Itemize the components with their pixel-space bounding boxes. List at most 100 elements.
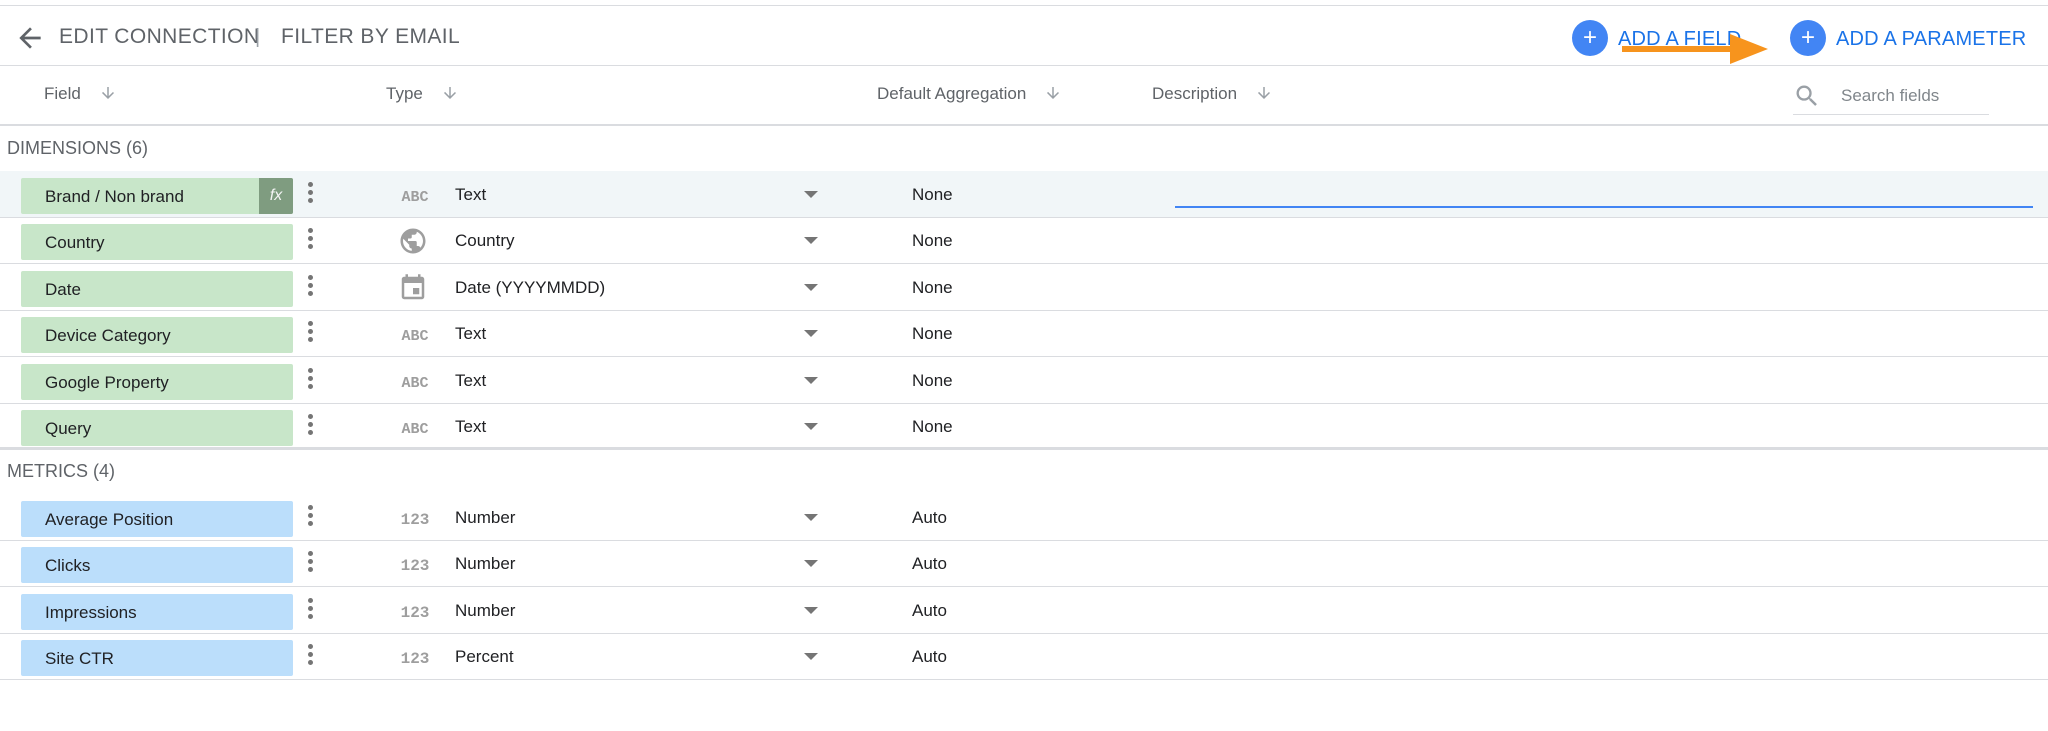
default-aggregation[interactable]: None [912, 371, 953, 391]
type-dropdown-icon[interactable] [804, 191, 818, 198]
field-more-menu[interactable] [304, 551, 316, 577]
default-aggregation[interactable]: None [912, 231, 953, 251]
default-aggregation[interactable]: None [912, 417, 953, 437]
field-type[interactable]: Percent [455, 647, 514, 667]
field-more-menu[interactable] [304, 274, 316, 301]
header-separator: | [255, 26, 261, 48]
field-name-chip[interactable]: Device Category [21, 317, 293, 354]
editor-header: EDIT CONNECTION | FILTER BY EMAIL + ADD … [0, 6, 2048, 66]
field-type[interactable]: Text [455, 324, 486, 344]
field-name-chip[interactable]: Site CTR [21, 640, 293, 677]
calendar-icon [398, 273, 432, 303]
type-dropdown-icon[interactable] [804, 606, 818, 614]
type-dropdown-icon[interactable] [804, 330, 818, 338]
type-dropdown-icon[interactable] [804, 423, 818, 430]
type-dropdown-icon[interactable] [804, 237, 818, 245]
plus-icon: + [1572, 20, 1608, 56]
more-vert-icon [307, 414, 313, 419]
more-vert-icon-dot [307, 383, 313, 389]
column-type[interactable]: Type [386, 84, 459, 107]
type-dropdown-icon[interactable] [804, 514, 818, 521]
field-row: Device Category ABC Text None [0, 310, 2048, 358]
field-row: Google Property ABC Text None [0, 357, 2048, 404]
section-divider [0, 447, 2048, 449]
add-field-button[interactable]: + ADD A FIELD [1572, 20, 1742, 60]
add-parameter-button[interactable]: + ADD A PARAMETER [1790, 20, 2026, 60]
svg-text:123: 123 [401, 557, 430, 575]
column-field[interactable]: Field [44, 84, 117, 107]
column-description[interactable]: Description [1152, 84, 1273, 107]
default-aggregation[interactable]: None [912, 324, 953, 344]
field-name-chip[interactable]: Query [21, 410, 293, 446]
number-icon: 123 [398, 596, 432, 626]
field-type[interactable]: Number [455, 601, 515, 621]
type-dropdown-icon[interactable] [804, 376, 818, 384]
field-more-menu[interactable] [304, 321, 316, 347]
search-fields [1793, 80, 1991, 115]
field-name-chip[interactable]: Brand / Non brand fx [21, 178, 293, 214]
more-vert-icon [307, 182, 313, 187]
field-more-menu[interactable] [304, 182, 316, 208]
field-name-chip[interactable]: Country [21, 224, 293, 261]
field-type[interactable]: Text [455, 185, 486, 205]
field-type[interactable]: Text [455, 417, 486, 437]
plus-icon: + [1790, 20, 1826, 56]
field-type[interactable]: Number [455, 508, 515, 528]
field-type[interactable]: Date (YYYYMMDD) [455, 278, 605, 298]
field-more-menu[interactable] [304, 505, 316, 531]
field-more-menu[interactable] [304, 228, 316, 254]
field-name-chip[interactable]: Average Position [21, 501, 293, 537]
field-name: Average Position [45, 510, 174, 529]
type-dropdown-icon[interactable] [804, 283, 818, 291]
svg-text:ABC: ABC [401, 375, 428, 392]
sort-arrow-icon [1258, 87, 1271, 99]
column-field-label: Field [44, 84, 81, 103]
abc-icon: ABC [398, 366, 432, 396]
abc-icon: ABC [398, 319, 432, 349]
description-input[interactable] [1175, 206, 2033, 208]
type-dropdown-icon[interactable] [804, 560, 818, 568]
more-vert-icon-dot [307, 198, 313, 203]
type-dropdown-icon[interactable] [804, 653, 818, 661]
field-more-menu[interactable] [304, 367, 316, 394]
more-vert-icon [307, 321, 313, 327]
field-name-chip[interactable]: Impressions [21, 593, 293, 630]
field-name: Site CTR [45, 649, 114, 669]
metrics-section-label: METRICS (4) [7, 461, 115, 481]
globe-icon [398, 226, 432, 256]
field-more-menu[interactable] [304, 597, 316, 624]
more-vert-icon-dot [307, 244, 313, 250]
field-type[interactable]: Country [455, 231, 515, 251]
field-more-menu[interactable] [304, 414, 316, 440]
field-type[interactable]: Number [455, 554, 515, 574]
column-description-label: Description [1152, 84, 1238, 103]
edit-connection-link[interactable]: EDIT CONNECTION [59, 25, 259, 49]
column-default-aggregation[interactable]: Default Aggregation [877, 84, 1062, 107]
field-name-chip[interactable]: Google Property [21, 363, 293, 400]
more-vert-icon-dot [307, 513, 313, 518]
field-name-chip[interactable]: Date [21, 270, 293, 307]
more-vert-icon [307, 597, 313, 603]
default-aggregation[interactable]: None [912, 278, 953, 298]
field-row: Clicks 123 Number Auto [0, 540, 2048, 588]
field-more-menu[interactable] [304, 644, 316, 670]
field-name: Google Property [45, 372, 169, 392]
default-aggregation[interactable]: Auto [912, 554, 947, 574]
default-aggregation[interactable]: Auto [912, 601, 947, 621]
field-type[interactable]: Text [455, 371, 486, 391]
search-input[interactable] [1839, 83, 1991, 109]
field-row: Average Position 123 Number Auto [0, 494, 2048, 541]
back-button[interactable] [14, 22, 46, 54]
default-aggregation[interactable]: Auto [912, 508, 947, 528]
add-field-label: ADD A FIELD [1618, 28, 1742, 50]
default-aggregation[interactable]: Auto [912, 647, 947, 667]
calculated-field-badge[interactable]: fx [259, 178, 293, 214]
svg-text:123: 123 [401, 650, 430, 668]
more-vert-icon-dot [307, 567, 313, 573]
column-aggregation-label: Default Aggregation [877, 84, 1027, 103]
more-vert-icon-dot [307, 430, 313, 435]
default-aggregation[interactable]: None [912, 185, 953, 205]
sort-arrow-icon [1047, 87, 1060, 99]
field-name-chip[interactable]: Clicks [21, 547, 293, 584]
field-row: Country Country None [0, 217, 2048, 265]
